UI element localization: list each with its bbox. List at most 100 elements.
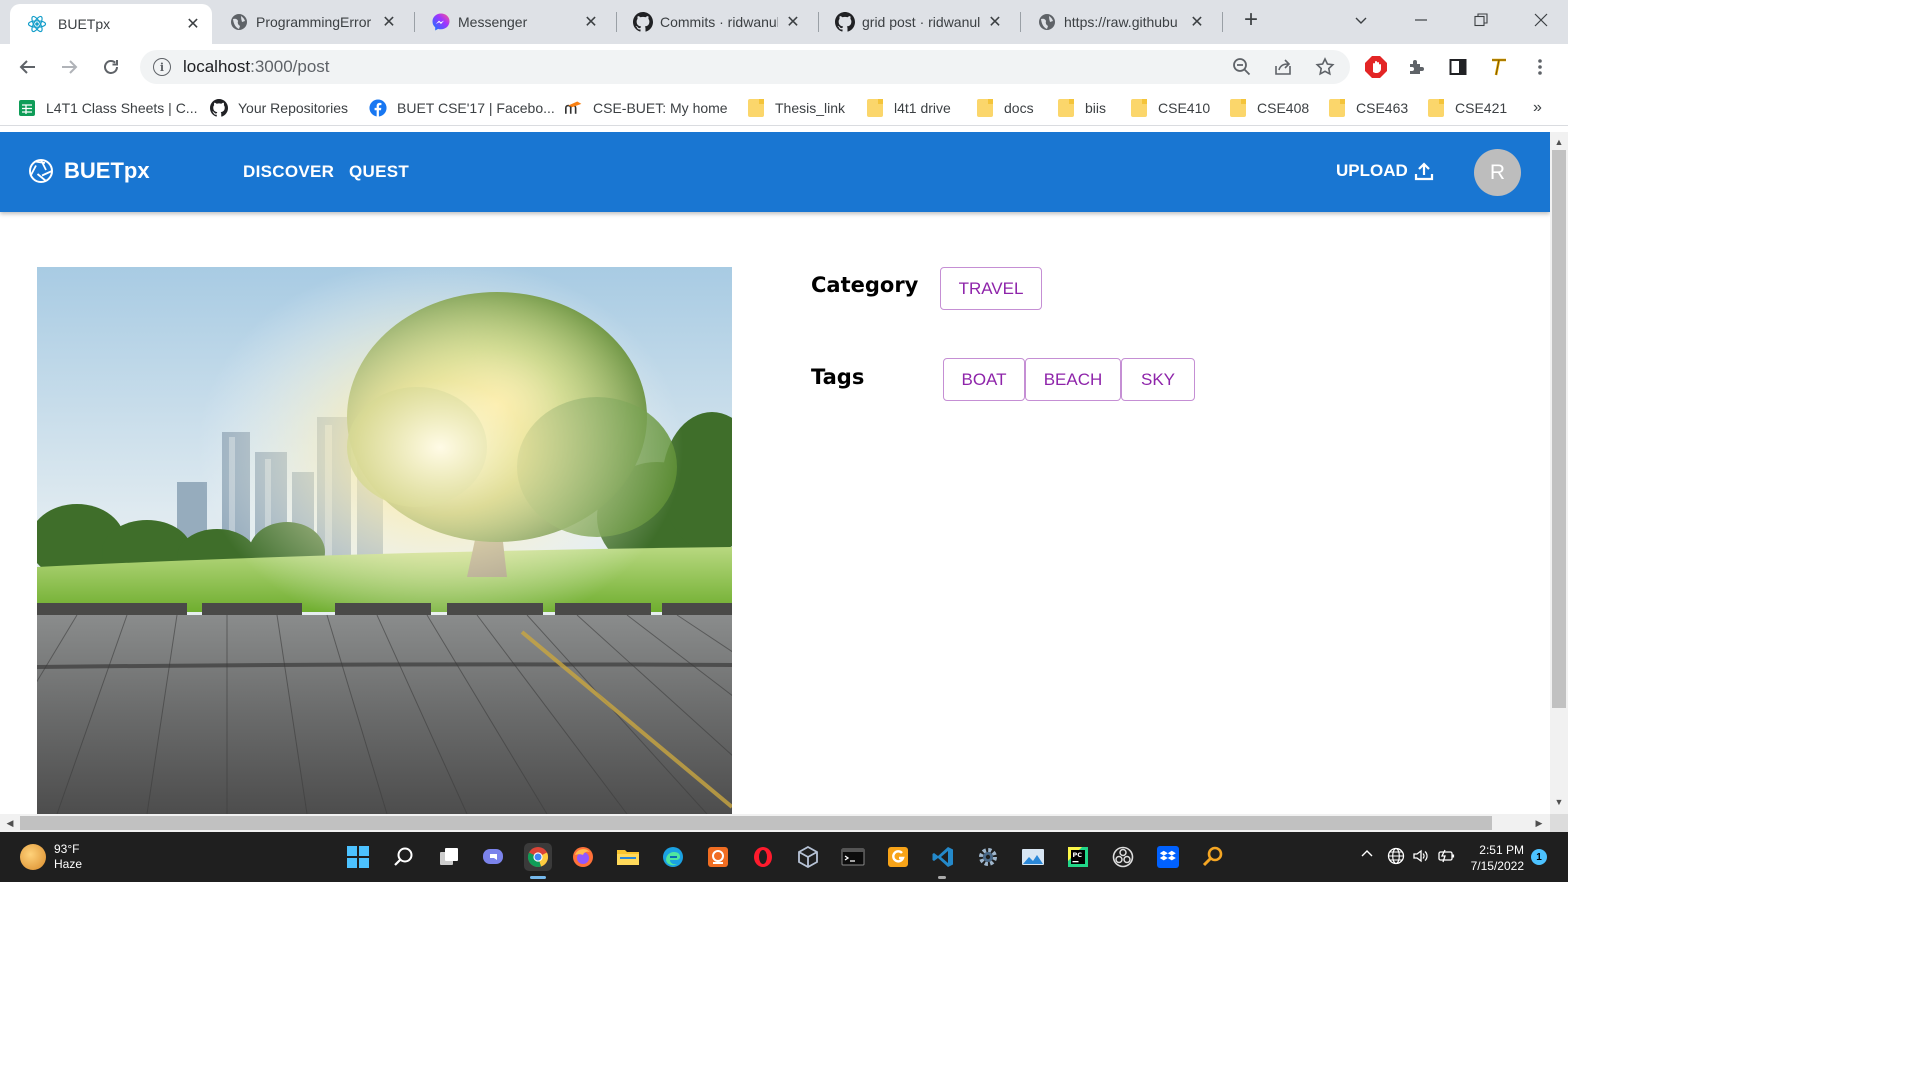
tab-grid-post[interactable]: grid post · ridwanul ✕	[834, 0, 1014, 44]
restore-icon[interactable]	[1458, 0, 1504, 40]
scroll-left-icon[interactable]: ◀	[1, 814, 19, 832]
chrome-icon[interactable]	[524, 843, 552, 871]
bookmark-folder-docs[interactable]: docs	[976, 98, 1034, 118]
bookmark-folder-biis[interactable]: biis	[1057, 98, 1106, 118]
close-window-icon[interactable]	[1518, 0, 1564, 40]
tab-close-icon[interactable]: ✕	[184, 14, 202, 34]
volume-icon[interactable]	[1412, 847, 1430, 868]
battery-icon[interactable]	[1436, 847, 1456, 868]
terminal-icon[interactable]	[839, 843, 867, 871]
browser-toolbar: i localhost:3000/post	[0, 44, 1568, 90]
weather-widget[interactable]: 93°F Haze	[20, 842, 82, 872]
system-clock[interactable]: 2:51 PM 7/15/2022	[1462, 842, 1524, 874]
category-label: Category	[811, 273, 919, 297]
bookmark-label: CSE-BUET: My home	[593, 100, 728, 116]
app-orange-icon[interactable]	[704, 843, 732, 871]
nav-quest[interactable]: QUEST	[349, 162, 409, 182]
bookmark-star-icon[interactable]	[1313, 55, 1337, 79]
site-info-icon[interactable]: i	[153, 58, 171, 76]
settings-gear-icon[interactable]	[974, 843, 1002, 871]
bookmark-class-sheets[interactable]: L4T1 Class Sheets | C...	[18, 98, 197, 118]
bookmark-folder-cse421[interactable]: CSE421	[1427, 98, 1507, 118]
tab-programmingerror[interactable]: ProgrammingError ✕	[228, 0, 408, 44]
bookmark-folder-cse408[interactable]: CSE408	[1229, 98, 1309, 118]
tab-commits[interactable]: Commits · ridwanul ✕	[632, 0, 812, 44]
category-chip[interactable]: TRAVEL	[940, 267, 1042, 310]
side-panel-icon[interactable]	[1446, 55, 1470, 79]
bookmark-folder-thesis[interactable]: Thesis_link	[747, 98, 845, 118]
bookmark-label: CSE408	[1257, 100, 1310, 116]
address-bar[interactable]: i localhost:3000/post	[140, 50, 1350, 84]
nav-discover[interactable]: DISCOVER	[243, 162, 334, 182]
tag-chip-sky[interactable]: SKY	[1121, 358, 1195, 401]
bookmark-buet-cse17[interactable]: BUET CSE'17 | Facebo...	[369, 98, 555, 118]
dropbox-icon[interactable]	[1154, 843, 1182, 871]
upload-button[interactable]: UPLOAD	[1336, 161, 1434, 181]
firefox-icon[interactable]	[569, 843, 597, 871]
tab-label: grid post · ridwanul	[862, 14, 980, 30]
virtualbox-icon[interactable]	[794, 843, 822, 871]
vertical-scroll-thumb[interactable]	[1552, 150, 1566, 708]
upload-icon	[1414, 162, 1433, 181]
bookmark-folder-l4t1-drive[interactable]: l4t1 drive	[866, 98, 951, 118]
vscode-icon[interactable]	[929, 843, 957, 871]
task-view-icon[interactable]	[435, 843, 463, 871]
extensions-icon[interactable]	[1405, 55, 1429, 79]
tab-separator	[616, 12, 617, 32]
magnifier-app-icon[interactable]	[1199, 843, 1227, 871]
tag-chip-beach[interactable]: BEACH	[1025, 358, 1121, 401]
app-yellow-icon[interactable]	[884, 843, 912, 871]
tag-chip-boat[interactable]: BOAT	[943, 358, 1025, 401]
tab-search-icon[interactable]	[1338, 0, 1384, 40]
search-icon[interactable]	[390, 843, 418, 871]
pycharm-icon[interactable]: PC	[1064, 843, 1092, 871]
scroll-up-icon[interactable]: ▲	[1550, 134, 1568, 150]
scroll-down-icon[interactable]: ▼	[1550, 794, 1568, 810]
browser-window: BUETpx ✕ ProgrammingError ✕ Messenger ✕ …	[0, 0, 1568, 882]
menu-dots-icon[interactable]	[1528, 55, 1552, 79]
bookmark-cse-buet-home[interactable]: CSE-BUET: My home	[565, 98, 728, 118]
photos-icon[interactable]	[1019, 843, 1047, 871]
teams-chat-icon[interactable]	[479, 843, 507, 871]
bookmark-your-repositories[interactable]: Your Repositories	[210, 98, 348, 118]
tab-buetpx[interactable]: BUETpx ✕	[10, 4, 212, 44]
notification-badge[interactable]: 1	[1531, 849, 1547, 865]
vertical-scrollbar[interactable]: ▲ ▼	[1550, 132, 1568, 814]
adblock-icon[interactable]	[1364, 55, 1388, 79]
horizontal-scroll-thumb[interactable]	[20, 816, 1492, 830]
file-explorer-icon[interactable]	[614, 843, 642, 871]
tab-raw-github[interactable]: https://raw.githubu ✕	[1036, 0, 1216, 44]
typography-extension-icon[interactable]	[1487, 55, 1511, 79]
obs-icon[interactable]	[1109, 843, 1137, 871]
forward-icon[interactable]	[54, 52, 84, 82]
minimize-icon[interactable]	[1398, 0, 1444, 40]
tab-close-icon[interactable]: ✕	[784, 12, 802, 32]
back-icon[interactable]	[13, 52, 43, 82]
network-globe-icon[interactable]	[1387, 847, 1405, 868]
tab-close-icon[interactable]: ✕	[986, 12, 1004, 32]
tab-label: BUETpx	[58, 16, 111, 32]
tray-chevron-icon[interactable]	[1360, 847, 1374, 864]
share-icon[interactable]	[1271, 55, 1295, 79]
tab-close-icon[interactable]: ✕	[1188, 12, 1206, 32]
tab-close-icon[interactable]: ✕	[380, 12, 398, 32]
new-tab-button[interactable]: +	[1228, 0, 1274, 40]
edge-icon[interactable]	[659, 843, 687, 871]
brand-name: BUETpx	[64, 158, 150, 183]
tab-close-icon[interactable]: ✕	[582, 12, 600, 32]
opera-icon[interactable]	[749, 843, 777, 871]
brand-link[interactable]: BUETpx	[28, 158, 150, 184]
scrollbar-corner	[1550, 814, 1568, 832]
avatar[interactable]: R	[1474, 149, 1521, 196]
tab-messenger[interactable]: Messenger ✕	[430, 0, 610, 44]
aperture-icon	[29, 159, 53, 183]
bookmark-folder-cse463[interactable]: CSE463	[1328, 98, 1408, 118]
bookmark-folder-cse410[interactable]: CSE410	[1130, 98, 1210, 118]
github-icon	[834, 11, 856, 33]
start-icon[interactable]	[344, 843, 372, 871]
bookmarks-overflow-button[interactable]: »	[1533, 98, 1542, 118]
reload-icon[interactable]	[96, 52, 126, 82]
zoom-icon[interactable]	[1230, 55, 1254, 79]
horizontal-scrollbar[interactable]: ◀ ▶	[0, 814, 1550, 832]
scroll-right-icon[interactable]: ▶	[1530, 814, 1548, 832]
